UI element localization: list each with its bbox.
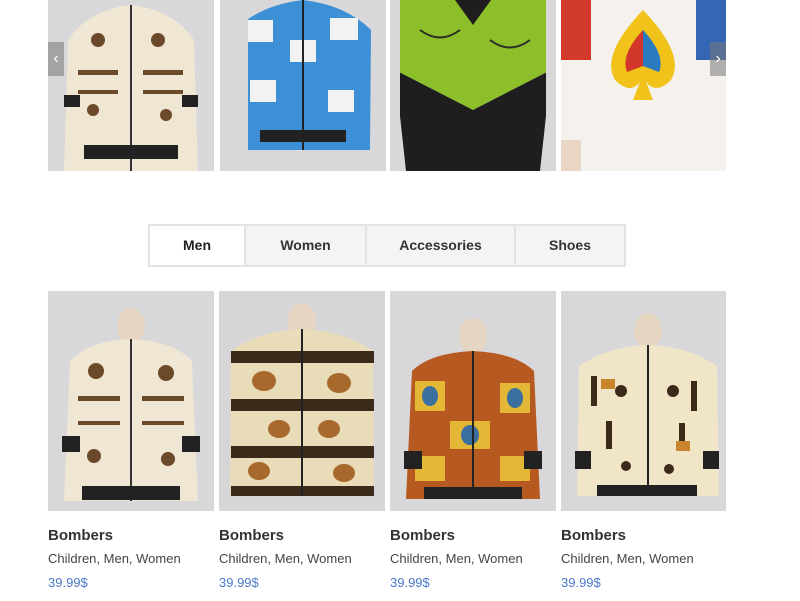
jacket-image bbox=[561, 291, 726, 511]
carousel-slide-jacket-blue[interactable] bbox=[220, 0, 386, 171]
product-name[interactable]: Bombers bbox=[561, 527, 726, 544]
jacket-image bbox=[220, 0, 386, 171]
carousel-prev-button[interactable]: ‹ bbox=[48, 42, 64, 76]
product-card[interactable]: Bombers Children, Men, Women 39.99$ bbox=[48, 291, 214, 590]
carousel-slide-jacket-beige[interactable] bbox=[48, 0, 214, 171]
product-price: 39.99$ bbox=[48, 575, 88, 590]
product-image[interactable] bbox=[48, 291, 214, 511]
product-name[interactable]: Bombers bbox=[390, 527, 556, 544]
product-name[interactable]: Bombers bbox=[219, 527, 385, 544]
shirt-image bbox=[390, 0, 556, 171]
product-categories: Children, Men, Women bbox=[561, 551, 694, 566]
product-card[interactable]: Bombers Children, Men, Women 39.99$ bbox=[219, 291, 385, 590]
product-categories: Children, Men, Women bbox=[48, 551, 181, 566]
jacket-image bbox=[48, 0, 214, 171]
category-tabs: Men Women Accessories Shoes bbox=[148, 224, 626, 267]
jacket-image bbox=[219, 291, 385, 511]
product-card[interactable]: Bombers Children, Men, Women 39.99$ bbox=[390, 291, 556, 590]
product-image[interactable] bbox=[561, 291, 726, 511]
jacket-image bbox=[48, 291, 214, 511]
product-price: 39.99$ bbox=[219, 575, 259, 590]
product-categories: Children, Men, Women bbox=[219, 551, 352, 566]
product-image[interactable] bbox=[390, 291, 556, 511]
product-card[interactable]: Bombers Children, Men, Women 39.99$ bbox=[561, 291, 726, 590]
jacket-image bbox=[390, 291, 556, 511]
product-image[interactable] bbox=[219, 291, 385, 511]
shirt-image bbox=[561, 0, 726, 171]
product-grid: Bombers Children, Men, Women 39.99$ Bomb… bbox=[48, 291, 726, 601]
tab-shoes[interactable]: Shoes bbox=[516, 226, 624, 265]
product-carousel: ‹ › bbox=[48, 0, 726, 171]
chevron-right-icon: › bbox=[715, 50, 721, 67]
product-price: 39.99$ bbox=[390, 575, 430, 590]
tab-women[interactable]: Women bbox=[246, 226, 367, 265]
product-categories: Children, Men, Women bbox=[390, 551, 523, 566]
chevron-left-icon: ‹ bbox=[53, 50, 59, 67]
tab-men[interactable]: Men bbox=[150, 226, 246, 265]
carousel-next-button[interactable]: › bbox=[710, 42, 726, 76]
product-name[interactable]: Bombers bbox=[48, 527, 214, 544]
product-price: 39.99$ bbox=[561, 575, 601, 590]
carousel-slide-shirt-green[interactable] bbox=[390, 0, 556, 171]
carousel-slide-shirt-white[interactable] bbox=[561, 0, 726, 171]
tab-accessories[interactable]: Accessories bbox=[367, 226, 516, 265]
